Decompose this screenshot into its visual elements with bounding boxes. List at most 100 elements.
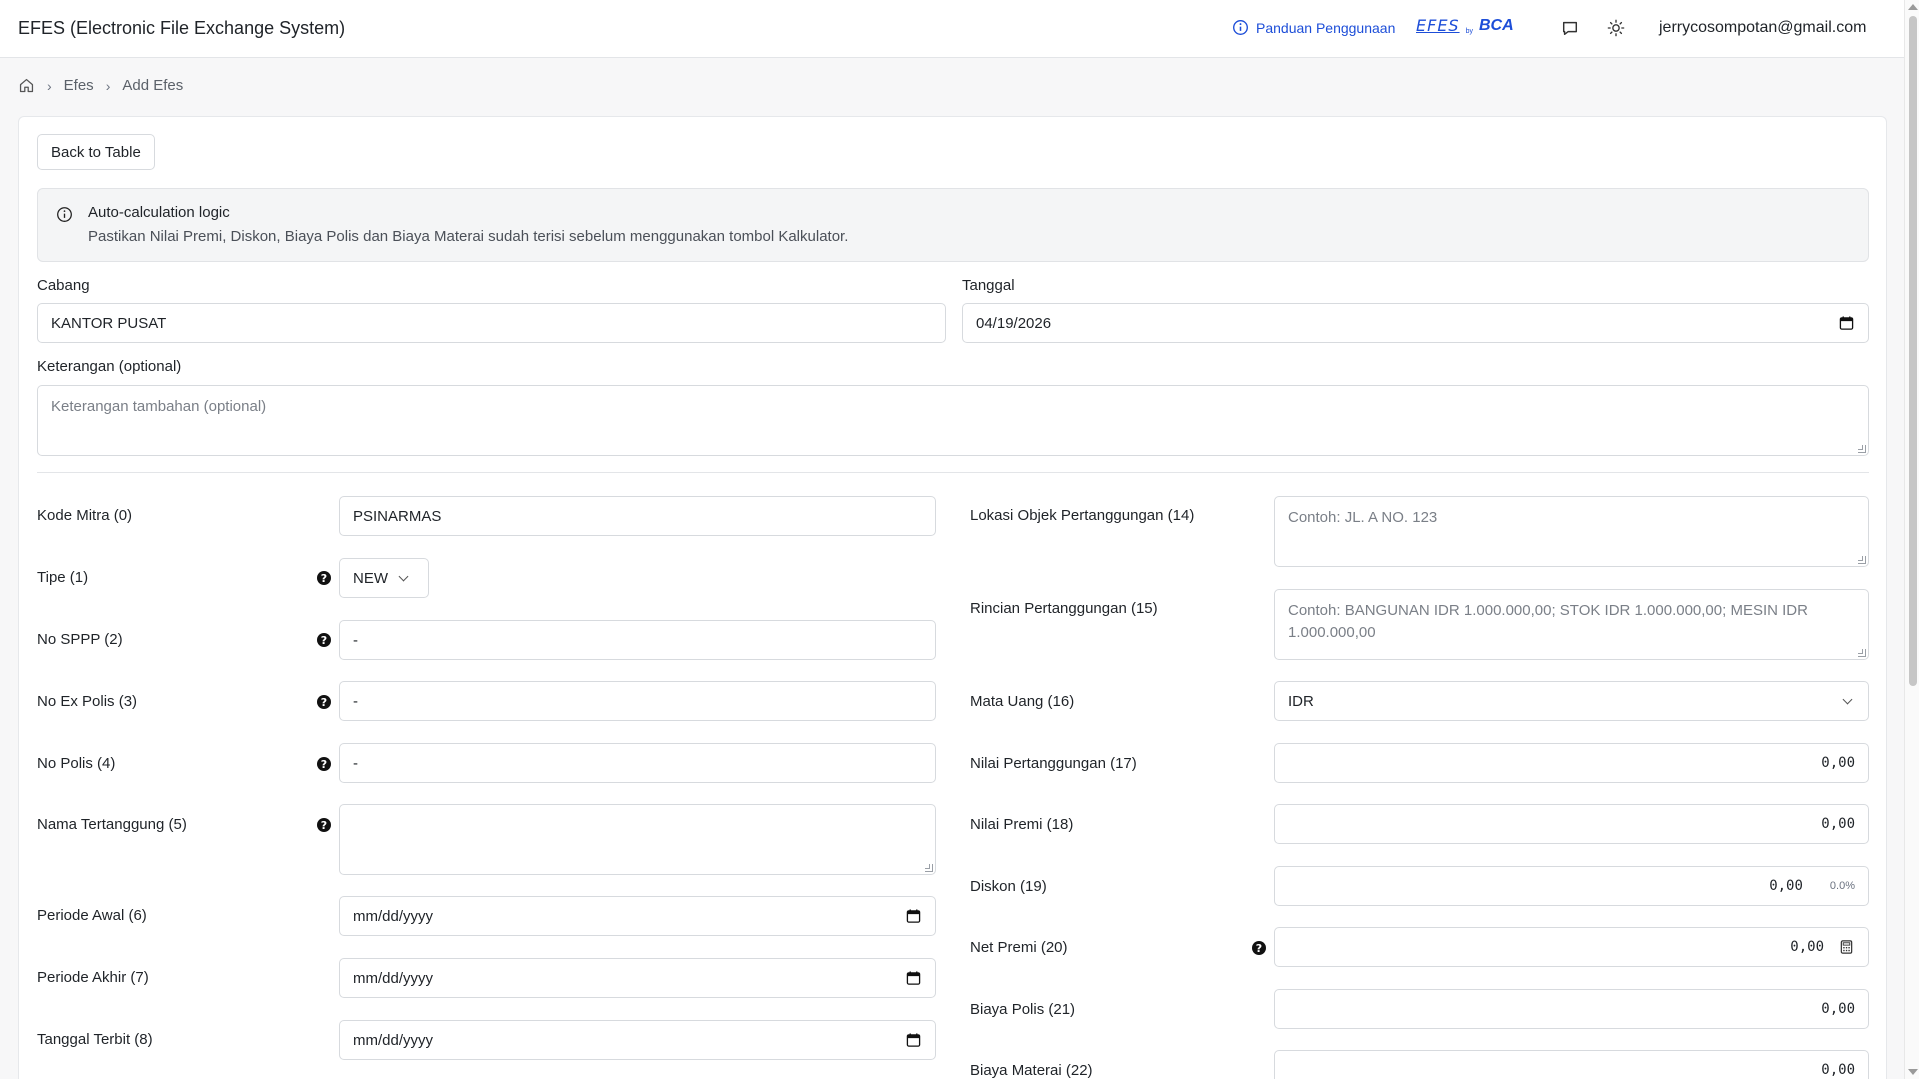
brand-bca-text: BCA — [1478, 16, 1514, 34]
no-polis-field[interactable]: - — [339, 743, 936, 783]
no-sppp-label: No SPPP (2) — [37, 631, 123, 648]
keterangan-textarea[interactable]: Keterangan tambahan (optional) — [37, 385, 1869, 456]
no-sppp-value: - — [353, 631, 358, 649]
nilai-pertanggungan-field[interactable]: 0,00 — [1274, 743, 1869, 783]
mata-uang-label: Mata Uang (16) — [970, 693, 1075, 710]
brand-logo: EFES by BCA — [1416, 16, 1514, 35]
breadcrumb-efes[interactable]: Efes — [64, 77, 94, 94]
user-guide-label: Panduan Penggunaan — [1256, 19, 1396, 36]
back-to-table-button[interactable]: Back to Table — [37, 134, 155, 170]
chevron-right-icon: › — [47, 77, 52, 94]
alert-text: Pastikan Nilai Premi, Diskon, Biaya Poli… — [88, 228, 849, 245]
no-ex-polis-field[interactable]: - — [339, 681, 936, 721]
top-bar: EFES (Electronic File Exchange System) P… — [0, 0, 1904, 58]
calendar-icon[interactable] — [906, 971, 921, 986]
lokasi-objek-textarea[interactable]: Contoh: JL. A NO. 123 — [1274, 496, 1869, 567]
mata-uang-value: IDR — [1288, 692, 1314, 710]
help-icon[interactable]: ? — [317, 757, 331, 771]
kode-mitra-field[interactable]: PSINARMAS — [339, 496, 936, 536]
periode-akhir-placeholder: mm/dd/yyyy — [353, 969, 434, 987]
info-icon — [57, 207, 72, 222]
help-icon[interactable]: ? — [317, 818, 331, 832]
theme-toggle-sun-icon[interactable] — [1605, 17, 1627, 39]
page-scrollbar[interactable] — [1904, 0, 1919, 1079]
calendar-icon[interactable] — [906, 1033, 921, 1048]
nilai-pertanggungan-label: Nilai Pertanggungan (17) — [970, 755, 1137, 772]
resize-handle-icon[interactable] — [1858, 556, 1866, 564]
user-menu-email[interactable]: jerrycosompotan@gmail.com — [1659, 19, 1866, 37]
chevron-right-icon: › — [105, 77, 111, 94]
no-ex-polis-label: No Ex Polis (3) — [37, 693, 138, 710]
calendar-icon[interactable] — [906, 909, 921, 924]
net-premi-field[interactable]: 0,00 — [1274, 927, 1869, 967]
tanggal-label: Tanggal — [962, 277, 1015, 294]
diskon-percent: 0.0% — [1829, 880, 1855, 892]
periode-akhir-date-field[interactable]: mm/dd/yyyy — [339, 958, 936, 998]
nilai-pertanggungan-value: 0,00 — [1821, 755, 1855, 771]
tipe-select[interactable]: NEW — [339, 558, 429, 598]
net-premi-value: 0,00 — [1790, 939, 1824, 955]
scroll-down-arrow-icon[interactable] — [1908, 1069, 1918, 1075]
help-icon[interactable]: ? — [317, 633, 331, 647]
diskon-label: Diskon (19) — [970, 878, 1047, 895]
mata-uang-select[interactable]: IDR — [1274, 681, 1869, 721]
biaya-materai-value: 0,00 — [1821, 1062, 1855, 1078]
resize-handle-icon[interactable] — [1858, 445, 1866, 453]
cabang-value: KANTOR PUSAT — [51, 314, 167, 332]
rincian-placeholder: Contoh: BANGUNAN IDR 1.000.000,00; STOK … — [1288, 602, 1808, 641]
app-title: EFES (Electronic File Exchange System) — [18, 18, 346, 38]
alert-title: Auto-calculation logic — [88, 204, 230, 221]
nama-tertanggung-textarea[interactable] — [339, 804, 936, 875]
periode-akhir-label: Periode Akhir (7) — [37, 969, 149, 986]
cabang-field[interactable]: KANTOR PUSAT — [37, 303, 946, 343]
tanggal-value: 04/19/2026 — [976, 314, 1052, 332]
rincian-label: Rincian Pertanggungan (15) — [970, 600, 1158, 617]
user-guide-link[interactable]: Panduan Penggunaan — [1232, 19, 1395, 36]
form-card: Back to Table Auto-calculation logic Pas… — [18, 116, 1887, 1079]
biaya-polis-field[interactable]: 0,00 — [1274, 989, 1869, 1029]
no-sppp-field[interactable]: - — [339, 620, 936, 660]
tanggal-terbit-date-field[interactable]: mm/dd/yyyy — [339, 1020, 936, 1060]
cabang-label: Cabang — [37, 277, 90, 294]
brand-efes-text: EFES — [1416, 16, 1460, 35]
diskon-value: 0,00 — [1769, 878, 1803, 894]
keterangan-label: Keterangan (optional) — [37, 358, 182, 375]
tipe-value: NEW — [353, 569, 388, 587]
keterangan-placeholder: Keterangan tambahan (optional) — [51, 398, 267, 415]
home-icon[interactable] — [18, 77, 35, 94]
brand-by-text: by — [1465, 28, 1473, 35]
chat-icon[interactable] — [1559, 17, 1581, 39]
no-ex-polis-value: - — [353, 692, 358, 710]
diskon-field[interactable]: 0,00 0.0% — [1274, 866, 1869, 906]
tanggal-date-field[interactable]: 04/19/2026 — [962, 303, 1869, 343]
periode-awal-label: Periode Awal (6) — [37, 907, 147, 924]
tipe-label: Tipe (1) — [37, 569, 89, 586]
scroll-up-arrow-icon[interactable] — [1908, 4, 1918, 10]
biaya-materai-label: Biaya Materai (22) — [970, 1062, 1093, 1079]
resize-handle-icon[interactable] — [1858, 649, 1866, 657]
breadcrumb-add-efes: Add Efes — [122, 77, 184, 94]
kode-mitra-value: PSINARMAS — [353, 507, 442, 525]
calendar-icon[interactable] — [1839, 316, 1854, 331]
lokasi-objek-placeholder: Contoh: JL. A NO. 123 — [1288, 509, 1438, 526]
kode-mitra-label: Kode Mitra (0) — [37, 507, 133, 524]
biaya-materai-field[interactable]: 0,00 — [1274, 1050, 1869, 1079]
chevron-down-icon — [1842, 694, 1853, 704]
section-divider — [37, 472, 1869, 473]
rincian-textarea[interactable]: Contoh: BANGUNAN IDR 1.000.000,00; STOK … — [1274, 589, 1869, 660]
scroll-thumb[interactable] — [1909, 16, 1917, 686]
biaya-polis-value: 0,00 — [1821, 1001, 1855, 1017]
periode-awal-date-field[interactable]: mm/dd/yyyy — [339, 896, 936, 936]
periode-awal-placeholder: mm/dd/yyyy — [353, 907, 434, 925]
tanggal-terbit-label: Tanggal Terbit (8) — [37, 1031, 153, 1048]
lokasi-objek-label: Lokasi Objek Pertanggungan (14) — [970, 507, 1195, 524]
help-icon[interactable]: ? — [317, 571, 331, 585]
nama-tertanggung-label: Nama Tertanggung (5) — [37, 816, 187, 833]
calculator-icon[interactable] — [1839, 940, 1854, 955]
tanggal-terbit-placeholder: mm/dd/yyyy — [353, 1031, 434, 1049]
help-icon[interactable]: ? — [1252, 941, 1266, 955]
resize-handle-icon[interactable] — [925, 864, 933, 872]
nilai-premi-field[interactable]: 0,00 — [1274, 804, 1869, 844]
biaya-polis-label: Biaya Polis (21) — [970, 1001, 1076, 1018]
help-icon[interactable]: ? — [317, 695, 331, 709]
